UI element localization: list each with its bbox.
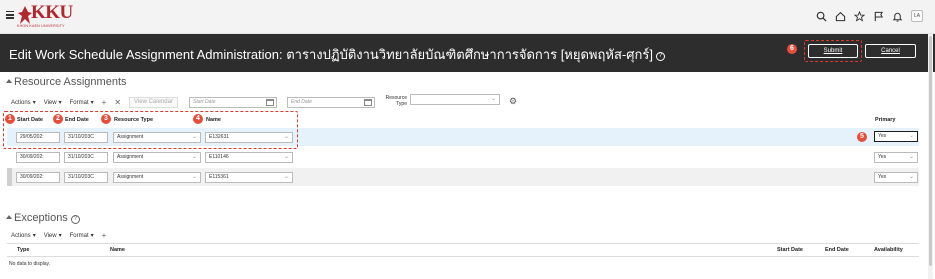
exceptions-label: Exceptions bbox=[14, 212, 68, 224]
cancel-button[interactable]: Cancel bbox=[865, 44, 916, 58]
logo-text: KKU bbox=[31, 2, 73, 23]
format-menu[interactable]: Format bbox=[70, 99, 94, 106]
view-menu[interactable]: View bbox=[44, 232, 62, 239]
col-end-date[interactable]: End Date bbox=[825, 247, 849, 253]
row-indicator bbox=[7, 168, 12, 186]
chevron-down-icon: ⌄ bbox=[191, 154, 197, 160]
primary-select[interactable]: Yes ⌄ bbox=[874, 131, 918, 142]
primary-value: Yes bbox=[878, 154, 887, 160]
end-date-field[interactable]: 31/10/203C bbox=[64, 152, 108, 163]
col-availability[interactable]: Availability bbox=[874, 247, 903, 253]
exceptions-toolbar: Actions View Format + bbox=[11, 231, 106, 240]
view-menu[interactable]: View bbox=[44, 99, 62, 106]
format-menu[interactable]: Format bbox=[70, 232, 94, 239]
submit-button[interactable]: Submit bbox=[808, 44, 858, 58]
global-header: KKU KHON KAEN UNIVERSITY LA bbox=[0, 0, 935, 34]
col-start-date[interactable]: Start Date bbox=[777, 247, 803, 253]
col-name[interactable]: Name bbox=[110, 247, 125, 253]
add-icon[interactable]: + bbox=[102, 98, 107, 107]
kku-logo[interactable]: KKU KHON KAEN UNIVERSITY bbox=[17, 2, 85, 31]
chevron-down-icon: ⌄ bbox=[908, 154, 914, 160]
marker-5: 5 bbox=[857, 132, 867, 142]
chevron-down-icon: ⌄ bbox=[490, 96, 496, 102]
header-icons: LA bbox=[816, 10, 923, 22]
filter-start-date[interactable]: Start Date bbox=[189, 97, 277, 108]
actions-menu[interactable]: Actions bbox=[11, 232, 36, 239]
add-icon[interactable]: + bbox=[102, 231, 107, 240]
actions-menu[interactable]: Actions bbox=[11, 99, 36, 106]
page-title-text: Edit Work Schedule Assignment Administra… bbox=[9, 47, 653, 62]
end-date-field[interactable]: 31/10/203C bbox=[64, 172, 108, 183]
star-icon[interactable] bbox=[854, 10, 865, 22]
menu-icon[interactable] bbox=[6, 11, 14, 19]
resource-type-value: Assignment bbox=[117, 154, 144, 160]
start-date-placeholder: Start Date bbox=[193, 99, 216, 105]
name-select[interactable]: E115361 ⌄ bbox=[205, 172, 293, 183]
marker-6: 6 bbox=[787, 44, 797, 54]
resource-type-value: Assignment bbox=[117, 174, 144, 180]
primary-value: Yes bbox=[878, 133, 887, 139]
collapse-icon[interactable] bbox=[6, 79, 12, 83]
help-icon[interactable]: ? bbox=[70, 215, 80, 224]
primary-select[interactable]: Yes ⌄ bbox=[874, 172, 918, 183]
end-date-placeholder: End Date bbox=[291, 99, 312, 105]
start-date-field[interactable]: 30/09/202: bbox=[16, 152, 60, 163]
columns-highlight bbox=[3, 111, 298, 149]
bell-icon[interactable] bbox=[892, 11, 903, 22]
scrollbar-thumb[interactable] bbox=[929, 36, 932, 266]
logo-university: KHON KAEN UNIVERSITY bbox=[17, 24, 65, 28]
cancel-label: Cancel bbox=[881, 48, 900, 54]
chevron-down-icon: ⌄ bbox=[908, 133, 914, 139]
page-title: Edit Work Schedule Assignment Administra… bbox=[9, 44, 665, 65]
resource-assignments-label: Resource Assignments bbox=[14, 76, 127, 88]
delete-icon[interactable]: ✕ bbox=[114, 98, 121, 107]
resource-type-select[interactable]: Assignment ⌄ bbox=[113, 172, 201, 183]
start-date-field[interactable]: 30/09/202: bbox=[16, 172, 60, 183]
home-icon[interactable] bbox=[835, 11, 846, 22]
chevron-down-icon: ⌄ bbox=[191, 174, 197, 180]
page-scrollbar[interactable] bbox=[928, 34, 933, 279]
resource-type-select[interactable]: Assignment ⌄ bbox=[113, 152, 201, 163]
user-avatar[interactable]: LA bbox=[911, 10, 923, 22]
help-icon[interactable]: ? bbox=[655, 52, 665, 61]
name-value: E115361 bbox=[209, 174, 229, 180]
resource-type-filter[interactable]: ⌄ bbox=[410, 94, 500, 105]
page-header: Edit Work Schedule Assignment Administra… bbox=[0, 34, 935, 72]
primary-value: Yes bbox=[878, 174, 887, 180]
submit-label: Submit bbox=[823, 48, 843, 54]
col-type[interactable]: Type bbox=[17, 247, 29, 253]
primary-select[interactable]: Yes ⌄ bbox=[874, 152, 918, 163]
calendar-icon[interactable] bbox=[364, 99, 372, 106]
chevron-down-icon: ⌄ bbox=[908, 174, 914, 180]
collapse-icon[interactable] bbox=[6, 215, 12, 219]
flag-icon[interactable] bbox=[873, 11, 884, 22]
chevron-down-icon: ⌄ bbox=[283, 154, 289, 160]
calendar-icon[interactable] bbox=[266, 99, 274, 106]
view-calendar-button[interactable]: View Calendar bbox=[129, 97, 178, 108]
name-select[interactable]: E110146 ⌄ bbox=[205, 152, 293, 163]
resource-toolbar: Actions View Format + ✕ View Calendar bbox=[11, 97, 178, 108]
divider bbox=[7, 243, 919, 244]
col-primary[interactable]: Primary bbox=[875, 117, 896, 123]
search-icon[interactable] bbox=[816, 11, 827, 22]
gear-icon[interactable]: ⚙ bbox=[509, 96, 517, 107]
empty-message: No data to display. bbox=[9, 261, 51, 267]
exceptions-title[interactable]: Exceptions? bbox=[6, 212, 80, 224]
name-value: E110146 bbox=[209, 154, 229, 160]
chevron-down-icon: ⌄ bbox=[283, 174, 289, 180]
resource-assignments-title[interactable]: Resource Assignments bbox=[6, 76, 127, 88]
filter-end-date[interactable]: End Date bbox=[287, 97, 375, 108]
resource-type-filter-label: Resource Type bbox=[385, 95, 407, 107]
divider bbox=[7, 256, 919, 257]
